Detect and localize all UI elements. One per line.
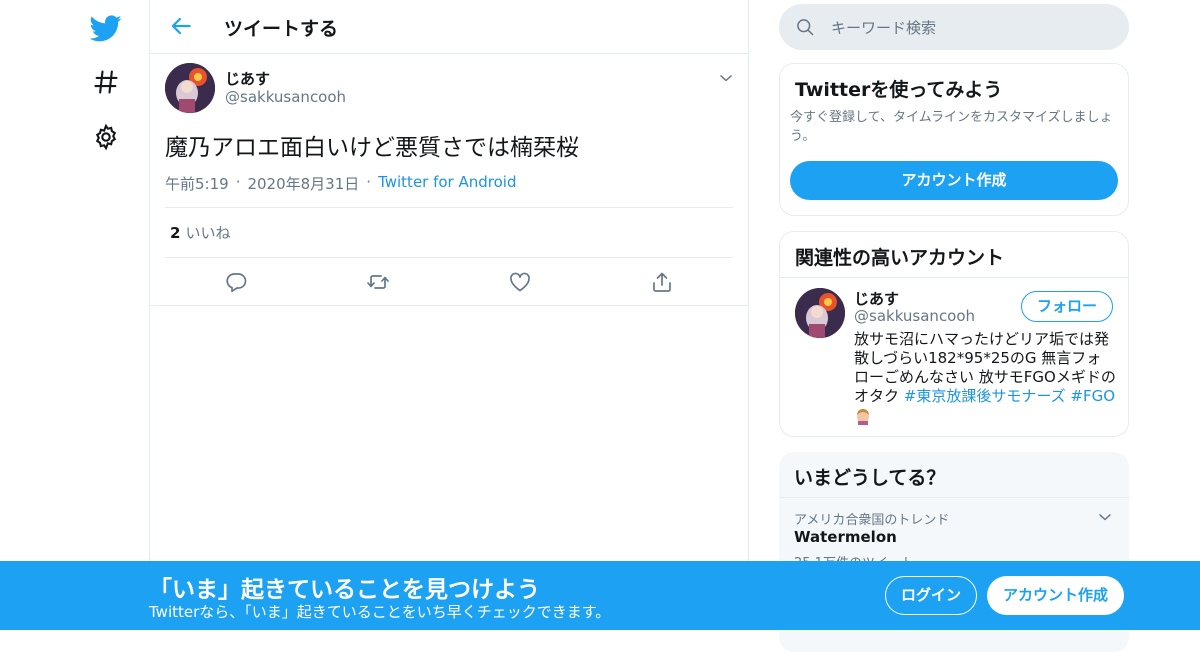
create-account-button[interactable]: アカウント作成 [790,161,1118,200]
bio-hashtag-link[interactable]: #FGO [1070,387,1115,405]
tweet-time[interactable]: 午前5:19 [165,173,229,194]
tweet-meta: 午前5:19 · 2020年8月31日 · Twitter for Androi… [165,173,517,194]
tweet-author-name[interactable]: じあす [225,68,270,89]
card-description: 今すぐ登録して、タイムラインをカスタマイズしましょう。 [790,110,1113,144]
account-bio: 放サモ沼にハマったけどリア垢では発散しづらい182*95*25のG 無言フォロー… [854,330,1116,425]
card-title: いまどうしてる？ [794,467,946,489]
emoji-icon [857,408,869,425]
twitter-logo-icon[interactable] [90,12,122,44]
signup-banner: 「いま」起きていることを見つけよう Twitterなら、「いま」起きていることを… [0,561,1200,630]
banner-title: 「いま」起きていることを見つけよう [149,577,540,603]
divider [150,305,748,306]
tweet-source-link[interactable]: Twitter for Android [378,173,516,194]
bio-hashtag-link[interactable]: #東京放課後サモナーズ [904,387,1066,405]
likes-count[interactable]: 2 いいね [170,222,230,243]
related-accounts-card: 関連性の高いアカウント じあす @sakkusancooh フォロー 放サモ沼に… [779,231,1129,437]
reply-icon[interactable] [224,270,248,294]
page-title: ツイートする [224,18,339,40]
hashtag-icon[interactable] [92,68,120,96]
search-icon [795,17,815,37]
signup-button[interactable]: アカウント作成 [987,576,1124,615]
likes-number: 2 [170,224,181,242]
divider [780,277,1128,278]
gear-icon[interactable] [92,123,120,151]
meta-separator: · [235,173,241,191]
account-handle[interactable]: @sakkusancooh [854,307,975,325]
avatar[interactable] [165,63,215,113]
chevron-down-icon[interactable] [716,68,736,88]
tweet-author-handle[interactable]: @sakkusancooh [225,88,346,106]
like-icon[interactable] [508,270,532,294]
card-title: Twitterを使ってみよう [795,79,1003,101]
account-name[interactable]: じあす [854,288,899,309]
retweet-icon[interactable] [366,270,390,294]
login-button[interactable]: ログイン [885,576,977,615]
likes-label: いいね [185,224,231,242]
meta-separator: · [366,173,372,191]
page-header: ツイートする [150,0,748,54]
divider [779,497,1129,498]
chevron-down-icon[interactable] [1095,507,1115,527]
divider [165,257,733,258]
tweet-column: ツイートする じあす @sakkusancooh 魔乃アロエ面白いけど悪質さでは… [149,0,749,630]
avatar[interactable] [795,288,845,338]
search-input[interactable]: キーワード検索 [831,17,936,38]
search-bar[interactable]: キーワード検索 [779,4,1129,50]
follow-button[interactable]: フォロー [1021,291,1113,322]
trend-item[interactable]: Watermelon [794,528,897,546]
tweet-date[interactable]: 2020年8月31日 [247,173,359,194]
tweet-text: 魔乃アロエ面白いけど悪質さでは楠栞桜 [165,135,579,161]
share-icon[interactable] [650,270,674,294]
divider [165,207,733,208]
card-title: 関連性の高いアカウント [795,247,1005,269]
banner-subtitle: Twitterなら、「いま」起きていることをいち早くチェックできます。 [149,603,611,621]
trend-context: アメリカ合衆国のトレンド [794,513,950,528]
signup-card: Twitterを使ってみよう 今すぐ登録して、タイムラインをカスタマイズしましょ… [779,63,1129,216]
back-arrow-icon[interactable] [168,13,194,39]
